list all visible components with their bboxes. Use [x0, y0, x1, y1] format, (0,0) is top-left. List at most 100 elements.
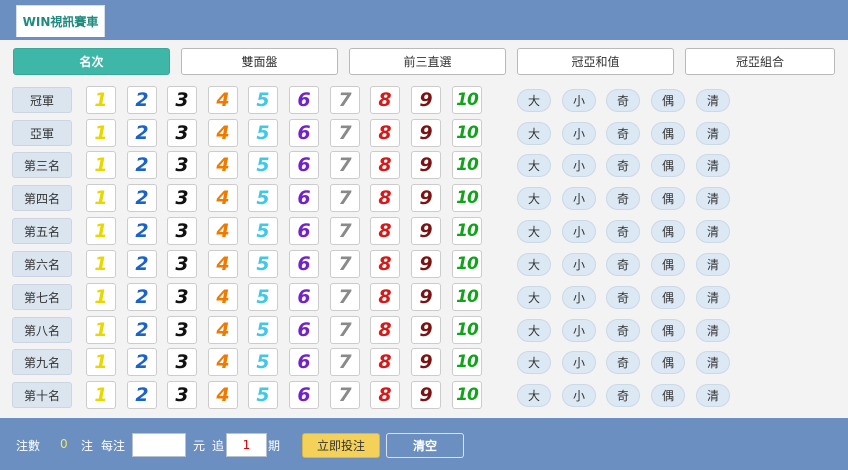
number-ball-7[interactable]: 7 [330, 316, 360, 344]
quick-select-button[interactable]: 大 [517, 319, 551, 342]
number-ball-9[interactable]: 9 [411, 119, 441, 147]
quick-select-button[interactable]: 小 [562, 286, 596, 309]
quick-select-button[interactable]: 奇 [606, 220, 640, 243]
number-ball-7[interactable]: 7 [330, 283, 360, 311]
quick-select-button[interactable]: 小 [562, 89, 596, 112]
quick-select-button[interactable]: 偶 [651, 319, 685, 342]
number-ball-9[interactable]: 9 [411, 316, 441, 344]
quick-select-button[interactable]: 小 [562, 319, 596, 342]
quick-select-button[interactable]: 奇 [606, 351, 640, 374]
number-ball-3[interactable]: 3 [167, 184, 197, 212]
number-ball-10[interactable]: 10 [452, 381, 482, 409]
number-ball-10[interactable]: 10 [452, 184, 482, 212]
clear-button[interactable]: 清空 [386, 433, 464, 458]
number-ball-1[interactable]: 1 [86, 283, 116, 311]
app-title-tab[interactable]: WIN視訊賽車 [16, 5, 105, 37]
number-ball-10[interactable]: 10 [452, 283, 482, 311]
number-ball-7[interactable]: 7 [330, 217, 360, 245]
quick-select-button[interactable]: 清 [696, 220, 730, 243]
number-ball-4[interactable]: 4 [208, 316, 238, 344]
number-ball-6[interactable]: 6 [289, 348, 319, 376]
number-ball-1[interactable]: 1 [86, 217, 116, 245]
number-ball-2[interactable]: 2 [127, 119, 157, 147]
number-ball-6[interactable]: 6 [289, 184, 319, 212]
number-ball-3[interactable]: 3 [167, 86, 197, 114]
number-ball-4[interactable]: 4 [208, 381, 238, 409]
number-ball-10[interactable]: 10 [452, 86, 482, 114]
number-ball-5[interactable]: 5 [248, 381, 278, 409]
number-ball-2[interactable]: 2 [127, 283, 157, 311]
quick-select-button[interactable]: 小 [562, 154, 596, 177]
place-bet-button[interactable]: 立即投注 [302, 433, 380, 458]
number-ball-9[interactable]: 9 [411, 151, 441, 179]
quick-select-button[interactable]: 奇 [606, 319, 640, 342]
number-ball-2[interactable]: 2 [127, 86, 157, 114]
number-ball-6[interactable]: 6 [289, 381, 319, 409]
number-ball-9[interactable]: 9 [411, 381, 441, 409]
number-ball-10[interactable]: 10 [452, 119, 482, 147]
quick-select-button[interactable]: 大 [517, 220, 551, 243]
number-ball-7[interactable]: 7 [330, 184, 360, 212]
number-ball-5[interactable]: 5 [248, 184, 278, 212]
quick-select-button[interactable]: 大 [517, 187, 551, 210]
quick-select-button[interactable]: 小 [562, 253, 596, 276]
number-ball-3[interactable]: 3 [167, 119, 197, 147]
number-ball-8[interactable]: 8 [370, 184, 400, 212]
number-ball-6[interactable]: 6 [289, 86, 319, 114]
number-ball-7[interactable]: 7 [330, 119, 360, 147]
quick-select-button[interactable]: 清 [696, 187, 730, 210]
number-ball-1[interactable]: 1 [86, 184, 116, 212]
number-ball-2[interactable]: 2 [127, 217, 157, 245]
chase-periods-input[interactable]: 1 [226, 433, 267, 457]
quick-select-button[interactable]: 偶 [651, 89, 685, 112]
quick-select-button[interactable]: 清 [696, 89, 730, 112]
number-ball-9[interactable]: 9 [411, 184, 441, 212]
tab-2[interactable]: 雙面盤 [181, 48, 338, 75]
number-ball-3[interactable]: 3 [167, 316, 197, 344]
quick-select-button[interactable]: 偶 [651, 122, 685, 145]
number-ball-7[interactable]: 7 [330, 348, 360, 376]
number-ball-2[interactable]: 2 [127, 316, 157, 344]
quick-select-button[interactable]: 清 [696, 253, 730, 276]
number-ball-5[interactable]: 5 [248, 217, 278, 245]
number-ball-7[interactable]: 7 [330, 151, 360, 179]
number-ball-8[interactable]: 8 [370, 283, 400, 311]
number-ball-8[interactable]: 8 [370, 217, 400, 245]
quick-select-button[interactable]: 奇 [606, 154, 640, 177]
number-ball-1[interactable]: 1 [86, 250, 116, 278]
number-ball-8[interactable]: 8 [370, 119, 400, 147]
quick-select-button[interactable]: 清 [696, 319, 730, 342]
quick-select-button[interactable]: 小 [562, 122, 596, 145]
number-ball-3[interactable]: 3 [167, 217, 197, 245]
quick-select-button[interactable]: 大 [517, 122, 551, 145]
number-ball-4[interactable]: 4 [208, 151, 238, 179]
quick-select-button[interactable]: 大 [517, 286, 551, 309]
number-ball-4[interactable]: 4 [208, 86, 238, 114]
tab-4[interactable]: 冠亞和值 [517, 48, 674, 75]
number-ball-3[interactable]: 3 [167, 381, 197, 409]
quick-select-button[interactable]: 偶 [651, 286, 685, 309]
number-ball-1[interactable]: 1 [86, 86, 116, 114]
number-ball-9[interactable]: 9 [411, 86, 441, 114]
number-ball-8[interactable]: 8 [370, 86, 400, 114]
quick-select-button[interactable]: 大 [517, 351, 551, 374]
quick-select-button[interactable]: 偶 [651, 253, 685, 276]
bet-amount-input[interactable] [132, 433, 186, 457]
quick-select-button[interactable]: 清 [696, 384, 730, 407]
number-ball-7[interactable]: 7 [330, 381, 360, 409]
number-ball-1[interactable]: 1 [86, 151, 116, 179]
number-ball-4[interactable]: 4 [208, 184, 238, 212]
number-ball-6[interactable]: 6 [289, 119, 319, 147]
quick-select-button[interactable]: 奇 [606, 253, 640, 276]
quick-select-button[interactable]: 奇 [606, 384, 640, 407]
tab-1[interactable]: 名次 [13, 48, 170, 75]
number-ball-10[interactable]: 10 [452, 151, 482, 179]
number-ball-8[interactable]: 8 [370, 250, 400, 278]
number-ball-4[interactable]: 4 [208, 250, 238, 278]
number-ball-9[interactable]: 9 [411, 250, 441, 278]
number-ball-1[interactable]: 1 [86, 381, 116, 409]
number-ball-7[interactable]: 7 [330, 250, 360, 278]
number-ball-4[interactable]: 4 [208, 119, 238, 147]
number-ball-4[interactable]: 4 [208, 283, 238, 311]
number-ball-3[interactable]: 3 [167, 348, 197, 376]
